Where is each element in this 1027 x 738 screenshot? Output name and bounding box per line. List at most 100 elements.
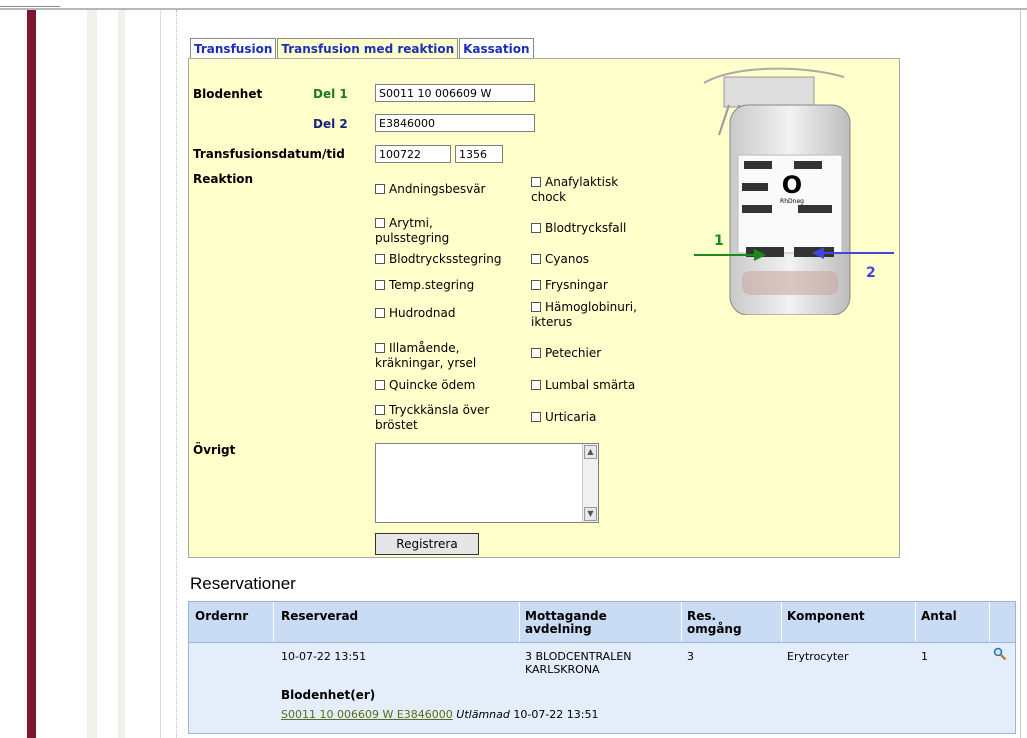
tab-transfusion-med-reaktion[interactable]: Transfusion med reaktion xyxy=(277,38,459,58)
blodenhet-link[interactable]: S0011 10 006609 W E3846000 xyxy=(281,708,453,721)
textarea-scrollbar[interactable]: ▲ ▼ xyxy=(582,444,598,522)
tab-kassation[interactable]: Kassation xyxy=(459,38,534,58)
transfusion-time-input[interactable] xyxy=(455,145,503,163)
reaction-label: Tryckkänsla över xyxy=(389,403,490,417)
top-border-accent xyxy=(0,0,60,7)
row-reserverad: 10-07-22 13:51 xyxy=(281,650,367,663)
reaction-label: Andningsbesvär xyxy=(389,182,486,196)
scroll-down-icon[interactable]: ▼ xyxy=(584,507,597,521)
reaction-label: Temp.stegring xyxy=(389,278,475,292)
blodenhet-row: S0011 10 006609 W E3846000 Utlämnad 10-0… xyxy=(281,708,599,721)
reaction-label: Frysningar xyxy=(545,278,608,292)
reaction-label: Blodtrycksfall xyxy=(545,221,627,235)
ovrigt-textarea[interactable]: ▲ ▼ xyxy=(375,443,599,523)
del1-input[interactable] xyxy=(375,84,535,102)
checkbox-square[interactable] xyxy=(375,184,385,194)
top-border xyxy=(0,0,1027,10)
reaction-checkbox[interactable]: Andningsbesvär xyxy=(375,182,533,197)
reaction-checkbox[interactable]: Urticaria xyxy=(531,410,671,425)
col-res-omgang: Res. omgång xyxy=(687,609,742,636)
reaction-checkbox[interactable]: Hämoglobinuri, ikterus xyxy=(531,300,671,330)
row-avdelning-1: 3 BLODCENTRALEN xyxy=(525,650,632,663)
right-border xyxy=(1020,10,1021,738)
status-text: Utlämnad xyxy=(456,708,510,721)
left-stripe-grey xyxy=(160,10,161,738)
del2-input[interactable] xyxy=(375,114,535,132)
reaction-label-line2: chock xyxy=(531,190,567,204)
reaction-label: Hämoglobinuri, xyxy=(545,300,637,314)
reaktion-label: Reaktion xyxy=(193,172,254,186)
col-divider xyxy=(519,602,520,642)
tab-transfusion[interactable]: Transfusion xyxy=(190,38,277,58)
reaction-label: Blodtrycksstegring xyxy=(389,252,502,266)
reaction-checkbox[interactable]: Quincke ödem xyxy=(375,378,533,393)
checkbox-square[interactable] xyxy=(375,218,385,228)
col-divider xyxy=(681,602,682,642)
content-divider xyxy=(176,10,177,738)
magnifier-icon[interactable] xyxy=(993,647,1007,661)
reaction-checkbox[interactable]: Illamående, kräkningar, yrsel xyxy=(375,341,533,371)
checkbox-square[interactable] xyxy=(375,280,385,290)
reaction-checkbox[interactable]: Blodtrycksstegring xyxy=(375,252,533,267)
marker-2: 2 xyxy=(866,265,876,281)
registrera-button[interactable]: Registrera xyxy=(375,533,479,555)
reaction-label: Arytmi, xyxy=(389,216,433,230)
del1-label: Del 1 xyxy=(313,87,348,101)
row-avdelning-2: KARLSKRONA xyxy=(525,663,600,676)
blodenheter-label: Blodenhet(er) xyxy=(281,688,376,702)
reaction-checkbox[interactable]: Anafylaktisk chock xyxy=(531,175,671,205)
transfusion-datetime-label: Transfusionsdatum/tid xyxy=(193,147,345,161)
col-divider xyxy=(781,602,782,642)
row-omgang: 3 xyxy=(687,650,694,663)
checkbox-square[interactable] xyxy=(375,343,385,353)
checkbox-square[interactable] xyxy=(375,405,385,415)
checkbox-square[interactable] xyxy=(531,412,541,422)
reaction-label: Petechier xyxy=(545,346,602,360)
reaction-checkbox[interactable]: Arytmi, pulsstegring xyxy=(375,216,533,246)
scroll-up-icon[interactable]: ▲ xyxy=(584,445,597,459)
left-stripe-light-2 xyxy=(118,10,125,738)
col-ordernr: Ordernr xyxy=(195,609,249,623)
reaction-label: Anafylaktisk xyxy=(545,175,619,189)
reaction-checkbox[interactable]: Cyanos xyxy=(531,252,671,267)
transfusion-date-input[interactable] xyxy=(375,145,451,163)
reaction-label-line2: kräkningar, yrsel xyxy=(375,356,477,370)
reaction-label-line2: bröstet xyxy=(375,418,418,432)
marker-1: 1 xyxy=(714,233,724,249)
col-reserverad: Reserverad xyxy=(281,609,359,623)
del2-label: Del 2 xyxy=(313,117,348,131)
checkbox-square[interactable] xyxy=(375,380,385,390)
reaction-label-line2: pulsstegring xyxy=(375,231,450,245)
reaction-label: Urticaria xyxy=(545,410,597,424)
reaction-checkbox[interactable]: Temp.stegring xyxy=(375,278,533,293)
reaction-label: Cyanos xyxy=(545,252,590,266)
row-antal: 1 xyxy=(921,650,928,663)
checkbox-square[interactable] xyxy=(375,308,385,318)
left-stripe-maroon xyxy=(27,10,36,738)
checkbox-square[interactable] xyxy=(531,280,541,290)
checkbox-square[interactable] xyxy=(375,254,385,264)
reaction-label: Lumbal smärta xyxy=(545,378,636,392)
col-divider xyxy=(989,602,990,642)
reservationer-title: Reservationer xyxy=(190,574,296,593)
checkbox-square[interactable] xyxy=(531,177,541,187)
reaction-checkbox[interactable]: Lumbal smärta xyxy=(531,378,671,393)
reaction-label: Illamående, xyxy=(389,341,460,355)
checkbox-square[interactable] xyxy=(531,302,541,312)
ovrigt-label: Övrigt xyxy=(193,443,236,457)
checkbox-square[interactable] xyxy=(531,348,541,358)
reaction-checkbox[interactable]: Petechier xyxy=(531,346,671,361)
col-divider xyxy=(915,602,916,642)
checkbox-square[interactable] xyxy=(531,254,541,264)
blood-group-text: O xyxy=(782,171,802,199)
col-komponent: Komponent xyxy=(787,609,865,623)
reaction-label: Hudrodnad xyxy=(389,306,456,320)
blodenhet-label: Blodenhet xyxy=(193,87,263,101)
checkbox-square[interactable] xyxy=(531,380,541,390)
status-time: 10-07-22 13:51 xyxy=(513,708,599,721)
reaction-checkbox[interactable]: Hudrodnad xyxy=(375,306,533,321)
reaction-checkbox[interactable]: Blodtrycksfall xyxy=(531,221,671,236)
reaction-checkbox[interactable]: Tryckkänsla över bröstet xyxy=(375,403,533,433)
reaction-checkbox[interactable]: Frysningar xyxy=(531,278,671,293)
checkbox-square[interactable] xyxy=(531,223,541,233)
